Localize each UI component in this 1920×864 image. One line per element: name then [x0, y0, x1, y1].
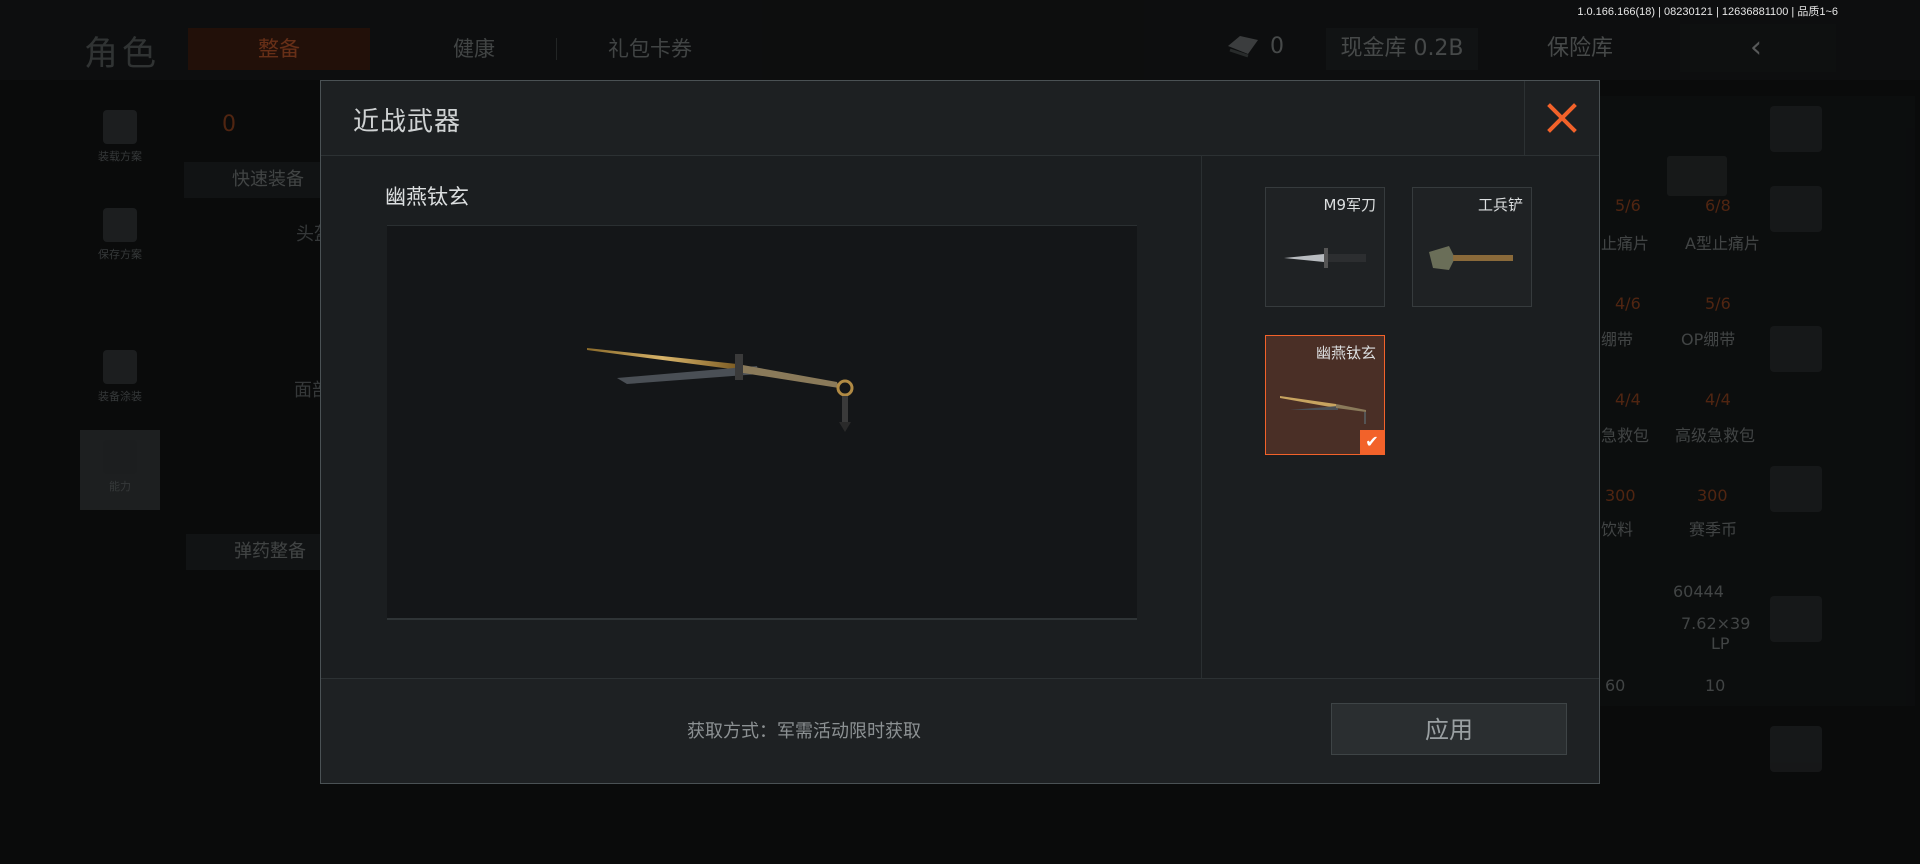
weapon-preview[interactable] — [387, 225, 1137, 620]
rail-item-label: 装备涂装 — [98, 390, 142, 403]
weapon-card-shovel[interactable]: 工兵铲 — [1412, 187, 1532, 307]
item-count: 5/6 — [1615, 196, 1641, 215]
item-name: 60 — [1605, 676, 1626, 695]
rail-icon[interactable] — [1770, 186, 1822, 232]
item-count: 6/8 — [1705, 196, 1731, 215]
rail-icon[interactable] — [1770, 596, 1822, 642]
lightning-hex-icon — [103, 440, 137, 474]
item-name: 赛季币 — [1689, 520, 1738, 539]
dialog-title: 近战武器 — [353, 107, 462, 137]
back-button[interactable]: ‹ — [1680, 24, 1836, 72]
bayonet-icon — [1284, 248, 1366, 268]
item-name: LP — [1711, 634, 1730, 653]
panel-divider — [1201, 155, 1202, 685]
download-icon — [103, 208, 137, 242]
rail-item-loadout[interactable]: 装载方案 — [80, 100, 160, 180]
rail-item-label: 能力 — [109, 480, 131, 493]
helmet-icon — [103, 350, 137, 384]
gilded-glaive-icon — [587, 348, 854, 432]
rail-item-skin[interactable]: 装备涂装 — [80, 340, 160, 420]
item-image — [1667, 156, 1727, 196]
item-count: 10 — [1705, 676, 1726, 695]
item-name: 7.62×39 — [1681, 614, 1751, 633]
acquire-method-text: 获取方式：军需活动限时获取 — [687, 721, 921, 742]
tab-health[interactable]: 健康 — [424, 28, 524, 70]
insurance-button[interactable]: 保险库 — [1510, 28, 1650, 70]
version-text: 1.0.166.166(18) | 08230121 | 12636881100… — [1577, 6, 1838, 18]
right-rail — [1760, 96, 1840, 796]
weapon-card-name: M9军刀 — [1323, 196, 1377, 214]
rail-item-ability[interactable]: 能力 — [80, 430, 160, 510]
quick-equip-button[interactable]: 快速装备 — [184, 162, 326, 198]
shovel-icon — [1429, 246, 1513, 270]
item-name: A型止痛片 — [1685, 234, 1760, 253]
tab-equip[interactable]: 整备 — [188, 28, 370, 70]
item-count: 4/4 — [1705, 390, 1731, 409]
vault-button[interactable]: 现金库 0.2B — [1326, 28, 1478, 70]
inventory-panel: 5/6 6/8 止痛片 A型止痛片 4/6 5/6 绷带 OP绷带 4/4 4/… — [1585, 96, 1915, 706]
item-name: 止痛片 — [1601, 234, 1650, 253]
dialog-footer: 获取方式：军需活动限时获取 应用 — [321, 678, 1599, 783]
rail-item-label: 装载方案 — [98, 150, 142, 163]
item-name: 高级急救包 — [1675, 426, 1756, 445]
tab-gift-cards[interactable]: 礼包卡券 — [580, 28, 720, 70]
cash-count: 0 — [1270, 34, 1284, 59]
item-name: 急救包 — [1601, 426, 1650, 445]
item-name: 60444 — [1673, 582, 1724, 601]
counter: 0 — [222, 112, 236, 137]
melee-weapon-dialog: 近战武器 幽燕钛玄 M9军刀 工兵铲 幽燕钛玄 ✔ 获取方式：军需活动限时获取 … — [320, 80, 1600, 784]
rail-icon[interactable] — [1770, 326, 1822, 372]
tab-divider — [556, 38, 557, 60]
cash-icon — [1228, 36, 1258, 58]
close-button[interactable] — [1524, 81, 1599, 155]
weapon-card-m9[interactable]: M9军刀 — [1265, 187, 1385, 307]
rail-icon[interactable] — [1770, 726, 1822, 772]
item-count: 5/6 — [1705, 294, 1731, 313]
rail-item-save[interactable]: 保存方案 — [80, 198, 160, 278]
item-name: OP绷带 — [1681, 330, 1736, 349]
apply-button[interactable]: 应用 — [1331, 703, 1567, 755]
item-count: 300 — [1605, 486, 1636, 505]
gilded-glaive-icon — [1280, 396, 1366, 424]
weapon-card-name: 工兵铲 — [1477, 196, 1523, 214]
item-count: 4/6 — [1615, 294, 1641, 313]
weapon-card-youyan[interactable]: 幽燕钛玄 ✔ — [1265, 335, 1385, 455]
vest-icon — [103, 110, 137, 144]
chevron-left-icon: ‹ — [1750, 30, 1762, 65]
rail-icon[interactable] — [1770, 106, 1822, 152]
item-count: 4/4 — [1615, 390, 1641, 409]
dialog-header: 近战武器 — [321, 81, 1599, 156]
item-name: 饮料 — [1601, 520, 1634, 539]
ammo-equip-button[interactable]: 弹药整备 — [186, 534, 328, 570]
item-count: 300 — [1697, 486, 1728, 505]
item-name: 绷带 — [1601, 330, 1634, 349]
rail-icon[interactable] — [1770, 466, 1822, 512]
page-title: 角色 — [84, 34, 160, 74]
weapon-card-name: 幽燕钛玄 — [1315, 344, 1376, 362]
rail-item-label: 保存方案 — [98, 248, 142, 261]
selected-weapon-name: 幽燕钛玄 — [385, 185, 469, 209]
checkmark-icon: ✔ — [1360, 430, 1384, 454]
